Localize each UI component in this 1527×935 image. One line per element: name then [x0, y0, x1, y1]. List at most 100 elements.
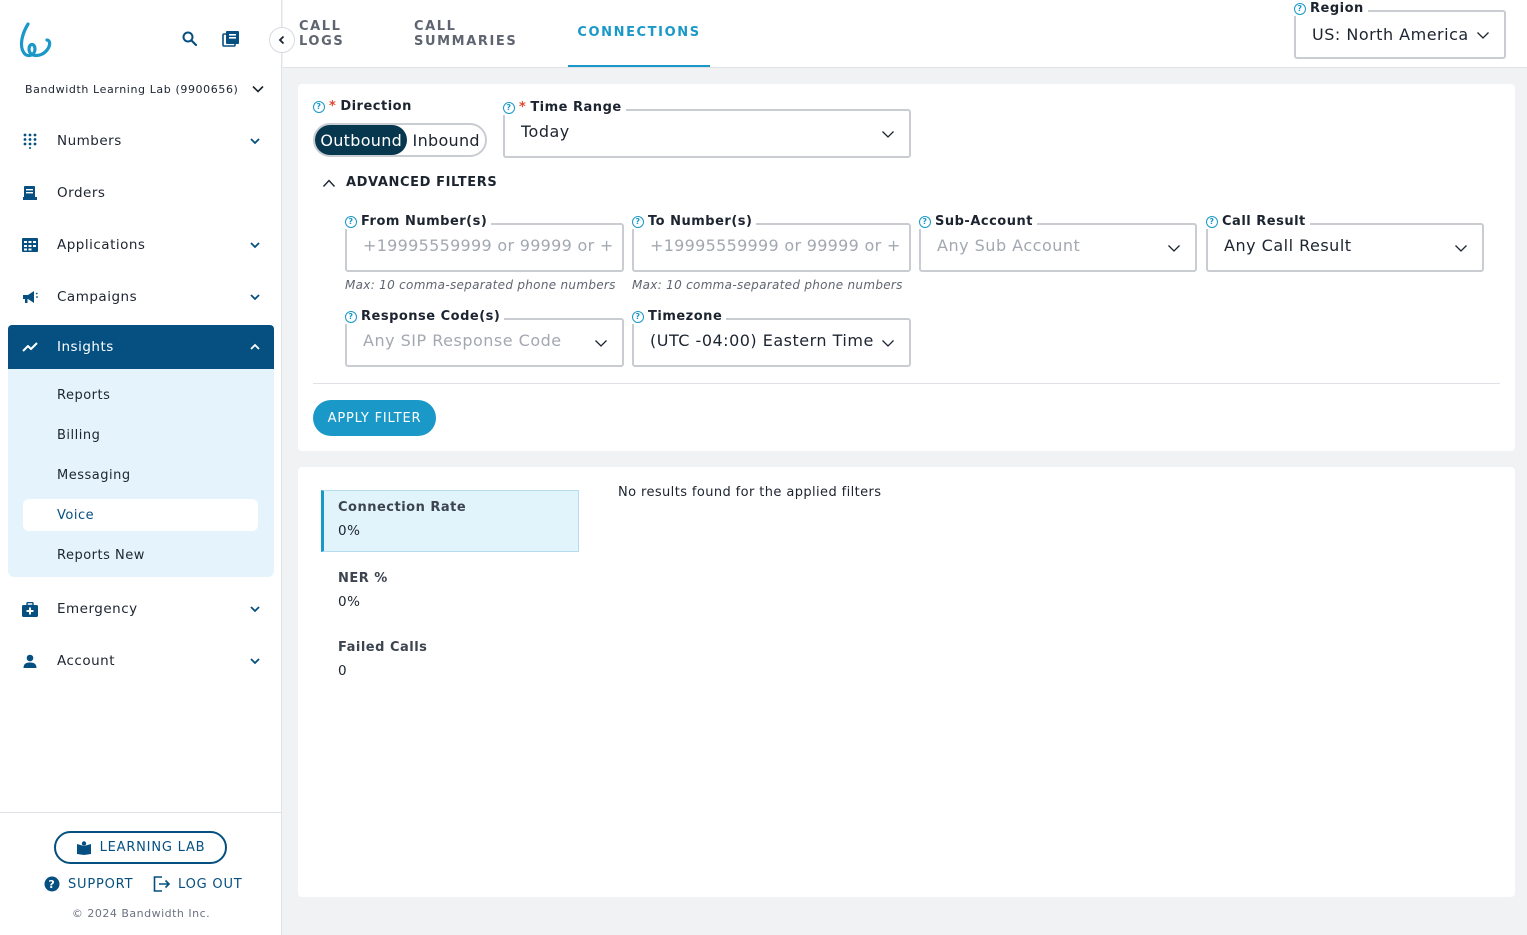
help-icon[interactable]: ?: [632, 310, 644, 323]
time-range-select[interactable]: ? * Time Range Today: [499, 100, 911, 158]
logout-label: LOG OUT: [178, 876, 243, 892]
time-range-value: Today: [521, 122, 570, 141]
help-circle-icon: ?: [44, 876, 60, 892]
subnav-billing[interactable]: Billing: [23, 419, 258, 451]
bandwidth-logo[interactable]: [16, 20, 52, 62]
metric-value: 0%: [338, 523, 361, 539]
nav-numbers[interactable]: Numbers: [8, 119, 274, 163]
direction-inbound-option[interactable]: Inbound: [407, 125, 485, 155]
to-numbers-label-wrap: ? To Number(s): [628, 214, 757, 229]
help-icon[interactable]: ?: [345, 310, 357, 323]
nav-orders-label: Orders: [57, 185, 106, 201]
nav-emergency[interactable]: Emergency: [8, 587, 274, 631]
help-icon[interactable]: ?: [345, 215, 357, 228]
direction-label-wrap: ? * Direction: [313, 99, 412, 114]
help-icon[interactable]: ?: [503, 101, 515, 114]
subnav-voice[interactable]: Voice: [23, 499, 258, 531]
tab-bar: CALL LOGS CALL SUMMARIES CONNECTIONS ? R…: [283, 0, 1527, 68]
chevron-down-icon: [1455, 245, 1467, 252]
nav-account[interactable]: Account: [8, 639, 274, 683]
collapse-sidebar-button[interactable]: [269, 27, 295, 53]
support-label: SUPPORT: [68, 876, 134, 892]
to-numbers-field[interactable]: ? To Number(s): [628, 214, 911, 272]
filter-divider: [313, 383, 1500, 384]
sub-account-label: Sub-Account: [935, 214, 1033, 229]
chevron-down-icon: [1477, 32, 1489, 39]
help-icon[interactable]: ?: [632, 215, 644, 228]
metric-failed-calls[interactable]: Failed Calls 0: [321, 640, 579, 679]
chevron-down-icon: [250, 138, 260, 145]
sub-account-placeholder: Any Sub Account: [937, 236, 1081, 255]
chevron-down-icon: [595, 340, 607, 347]
call-result-label: Call Result: [1222, 214, 1306, 229]
metric-label: Failed Calls: [338, 640, 428, 655]
metric-connection-rate[interactable]: Connection Rate 0%: [321, 490, 579, 552]
nav-campaigns[interactable]: Campaigns: [8, 275, 274, 319]
tab-call-logs[interactable]: CALL LOGS: [299, 0, 385, 67]
megaphone-icon: [21, 288, 39, 306]
sidebar-footer: LEARNING LAB ? SUPPORT LOG OUT © 2024 Ba…: [0, 812, 282, 935]
sidebar: Bandwidth Learning Lab (9900656) Numbers…: [0, 0, 295, 935]
call-result-value: Any Call Result: [1224, 236, 1352, 255]
tab-connections[interactable]: CONNECTIONS: [568, 0, 710, 67]
call-result-select[interactable]: ? Call Result Any Call Result: [1202, 214, 1484, 272]
chevron-down-icon: [252, 85, 264, 93]
metric-ner[interactable]: NER % 0%: [321, 571, 579, 610]
to-numbers-hint: Max: 10 comma-separated phone numbers: [632, 278, 903, 292]
help-icon[interactable]: ?: [1206, 215, 1218, 228]
learning-lab-button[interactable]: LEARNING LAB: [54, 831, 227, 864]
account-selector[interactable]: Bandwidth Learning Lab (9900656): [25, 78, 265, 100]
from-numbers-field[interactable]: ? From Number(s): [341, 214, 624, 272]
sub-account-label-wrap: ? Sub-Account: [915, 214, 1037, 229]
nav-emergency-label: Emergency: [57, 601, 138, 617]
tab-call-summaries[interactable]: CALL SUMMARIES: [414, 0, 552, 67]
from-numbers-input[interactable]: [363, 236, 613, 255]
book-icon: [76, 840, 91, 855]
subnav-reports[interactable]: Reports: [23, 379, 258, 411]
nav-applications[interactable]: Applications: [8, 223, 274, 267]
help-icon[interactable]: ?: [919, 215, 931, 228]
library-icon[interactable]: [222, 30, 240, 48]
learning-lab-label: LEARNING LAB: [99, 840, 206, 855]
subnav-messaging[interactable]: Messaging: [23, 459, 258, 491]
dialpad-icon: [21, 132, 39, 150]
timezone-select[interactable]: ? Timezone (UTC -04:00) Eastern Time: [628, 309, 911, 367]
subnav-reports-new[interactable]: Reports New: [23, 539, 258, 571]
chevron-down-icon: [250, 606, 260, 613]
metric-value: 0%: [338, 594, 361, 610]
nav-insights-label: Insights: [57, 339, 114, 355]
to-numbers-input[interactable]: [650, 236, 900, 255]
nav-numbers-label: Numbers: [57, 133, 122, 149]
apply-filter-button[interactable]: APPLY FILTER: [313, 400, 436, 436]
region-select[interactable]: ? Region US: North America: [1290, 1, 1506, 59]
account-name: Bandwidth Learning Lab (9900656): [25, 82, 239, 96]
chevron-up-icon: [322, 178, 336, 187]
timezone-value: (UTC -04:00) Eastern Time: [650, 331, 874, 350]
nav-orders[interactable]: Orders: [8, 171, 274, 215]
person-icon: [21, 652, 39, 670]
response-codes-label-wrap: ? Response Code(s): [341, 309, 505, 324]
chevron-down-icon: [250, 242, 260, 249]
advanced-filters-label: ADVANCED FILTERS: [346, 175, 498, 190]
response-codes-placeholder: Any SIP Response Code: [363, 331, 562, 350]
advanced-filters-toggle[interactable]: ADVANCED FILTERS: [322, 175, 497, 190]
help-icon[interactable]: ?: [313, 100, 325, 113]
direction-outbound-option[interactable]: Outbound: [315, 125, 408, 155]
medical-kit-icon: [21, 600, 39, 618]
chevron-down-icon: [1168, 245, 1180, 252]
sub-account-select[interactable]: ? Sub-Account Any Sub Account: [915, 214, 1197, 272]
logout-link[interactable]: LOG OUT: [153, 876, 243, 892]
svg-text:?: ?: [48, 878, 55, 891]
chevron-left-icon: [278, 35, 285, 45]
nav-insights[interactable]: Insights: [8, 325, 274, 369]
chevron-down-icon: [882, 340, 894, 347]
response-codes-label: Response Code(s): [361, 309, 501, 324]
timezone-label-wrap: ? Timezone: [628, 309, 727, 324]
orders-icon: [21, 184, 39, 202]
support-link[interactable]: ? SUPPORT: [44, 876, 133, 892]
search-icon[interactable]: [181, 30, 199, 48]
from-numbers-label-wrap: ? From Number(s): [341, 214, 492, 229]
call-result-label-wrap: ? Call Result: [1202, 214, 1310, 229]
help-icon[interactable]: ?: [1294, 2, 1306, 15]
response-codes-select[interactable]: ? Response Code(s) Any SIP Response Code: [341, 309, 624, 367]
